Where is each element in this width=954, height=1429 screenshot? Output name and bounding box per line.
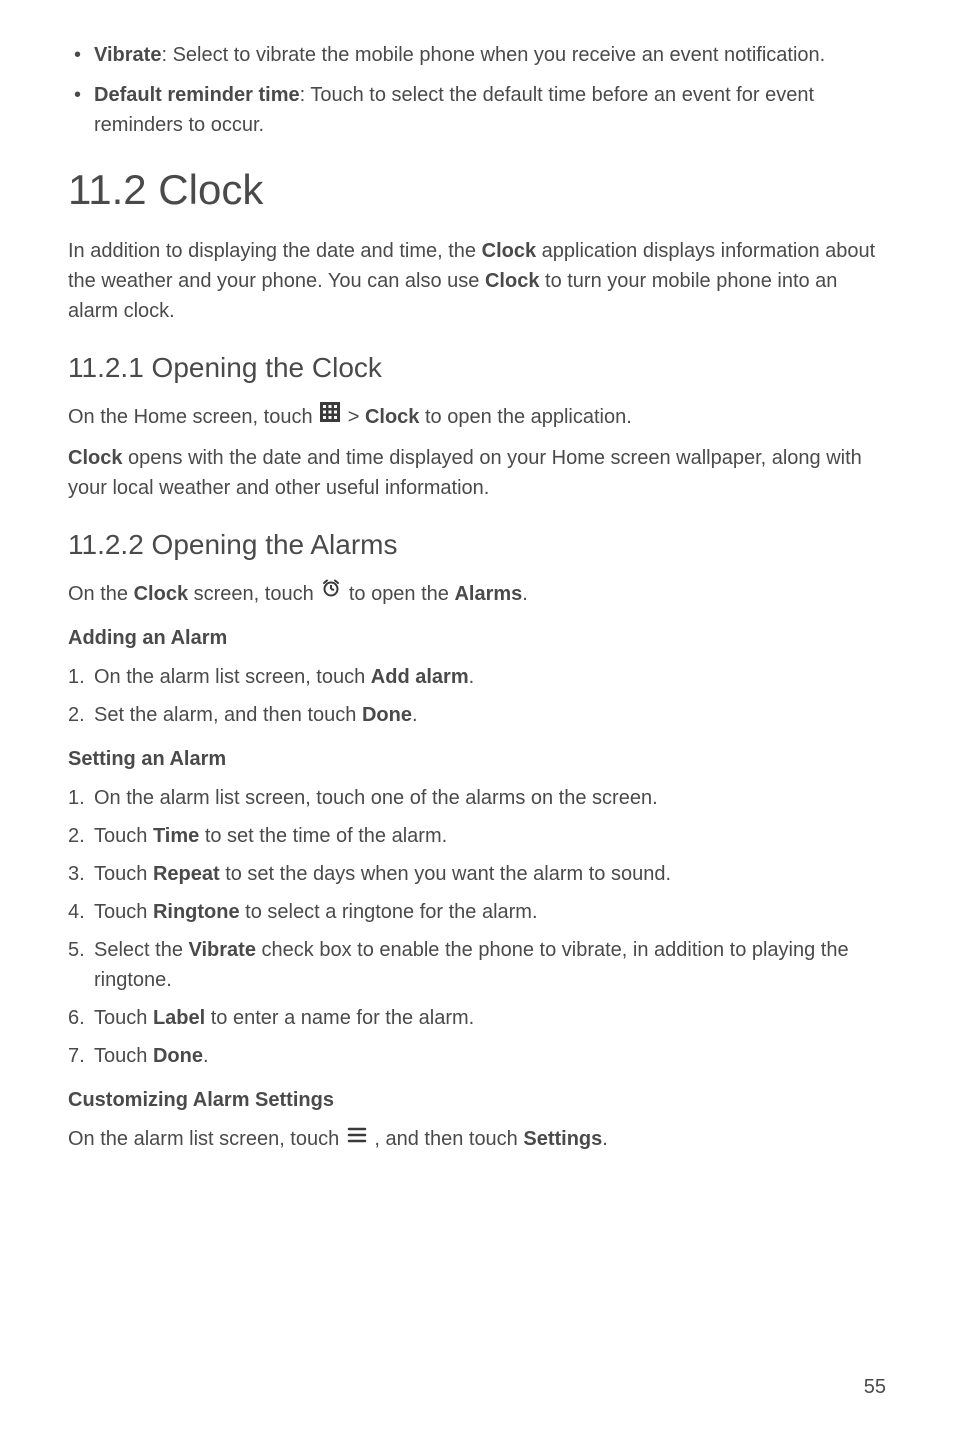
subsection-heading: 11.2.2 Opening the Alarms bbox=[68, 529, 886, 561]
bold-span: Label bbox=[153, 1007, 205, 1029]
sub-sub-heading: Setting an Alarm bbox=[68, 748, 886, 771]
alarm-clock-icon bbox=[321, 577, 341, 607]
text-span: . bbox=[203, 1045, 209, 1067]
text-span: . bbox=[469, 666, 475, 688]
paragraph: On the alarm list screen, touch , and th… bbox=[68, 1124, 886, 1155]
text-span: to set the days when you want the alarm … bbox=[220, 863, 671, 885]
text-span: , and then touch bbox=[374, 1128, 523, 1150]
intro-paragraph: In addition to displaying the date and t… bbox=[68, 236, 886, 326]
bullet-item: Default reminder time: Touch to select t… bbox=[68, 80, 886, 140]
bold-span: Ringtone bbox=[153, 901, 240, 923]
numbered-list: 1. On the alarm list screen, touch one o… bbox=[68, 783, 886, 1071]
paragraph: On the Clock screen, touch to open the A… bbox=[68, 579, 886, 610]
bold-span: Clock bbox=[365, 406, 419, 428]
text-span: Touch bbox=[94, 863, 153, 885]
list-item: 2. Set the alarm, and then touch Done. bbox=[68, 700, 886, 730]
text-span: Select the bbox=[94, 939, 189, 961]
num-marker: 4. bbox=[68, 897, 85, 927]
list-item: 7. Touch Done. bbox=[68, 1041, 886, 1071]
text-span: Touch bbox=[94, 901, 153, 923]
bold-span: Clock bbox=[485, 270, 539, 292]
bold-span: Settings bbox=[523, 1128, 602, 1150]
num-marker: 2. bbox=[68, 700, 85, 730]
text-span: to enter a name for the alarm. bbox=[205, 1007, 474, 1029]
text-span: In addition to displaying the date and t… bbox=[68, 240, 482, 262]
document-page: Vibrate: Select to vibrate the mobile ph… bbox=[0, 0, 954, 1429]
num-marker: 3. bbox=[68, 859, 85, 889]
paragraph: Clock opens with the date and time displ… bbox=[68, 443, 886, 503]
sub-sub-heading: Adding an Alarm bbox=[68, 627, 886, 650]
text-span: . bbox=[412, 704, 418, 726]
paragraph: On the Home screen, touch > Clock to ope… bbox=[68, 402, 886, 433]
text-span: > bbox=[348, 406, 365, 428]
bold-span: Clock bbox=[482, 240, 536, 262]
text-span: to open the application. bbox=[419, 406, 631, 428]
num-marker: 2. bbox=[68, 821, 85, 851]
text-span: On the alarm list screen, touch one of t… bbox=[94, 787, 658, 809]
num-marker: 5. bbox=[68, 935, 85, 965]
bullet-item: Vibrate: Select to vibrate the mobile ph… bbox=[68, 40, 886, 70]
text-span: to select a ringtone for the alarm. bbox=[240, 901, 538, 923]
text-span: to open the bbox=[349, 583, 455, 605]
num-marker: 1. bbox=[68, 662, 85, 692]
bold-span: Repeat bbox=[153, 863, 220, 885]
text-span: Touch bbox=[94, 825, 153, 847]
list-item: 1. On the alarm list screen, touch one o… bbox=[68, 783, 886, 813]
text-span: On the bbox=[68, 583, 134, 605]
intro-bullet-list: Vibrate: Select to vibrate the mobile ph… bbox=[68, 40, 886, 140]
sub-sub-heading: Customizing Alarm Settings bbox=[68, 1089, 886, 1112]
bold-span: Clock bbox=[134, 583, 188, 605]
text-span: Set the alarm, and then touch bbox=[94, 704, 362, 726]
bold-span: Alarms bbox=[454, 583, 522, 605]
bold-span: Vibrate bbox=[189, 939, 256, 961]
bold-span: Done bbox=[153, 1045, 203, 1067]
text-span: Touch bbox=[94, 1007, 153, 1029]
text-span: opens with the date and time displayed o… bbox=[68, 447, 862, 499]
num-marker: 6. bbox=[68, 1003, 85, 1033]
text-span: screen, touch bbox=[188, 583, 319, 605]
list-item: 1. On the alarm list screen, touch Add a… bbox=[68, 662, 886, 692]
text-span: On the Home screen, touch bbox=[68, 406, 318, 428]
text-span: to set the time of the alarm. bbox=[199, 825, 447, 847]
text-span: On the alarm list screen, touch bbox=[68, 1128, 345, 1150]
num-marker: 1. bbox=[68, 783, 85, 813]
list-item: 6. Touch Label to enter a name for the a… bbox=[68, 1003, 886, 1033]
text-span: On the alarm list screen, touch bbox=[94, 666, 371, 688]
bold-span: Done bbox=[362, 704, 412, 726]
numbered-list: 1. On the alarm list screen, touch Add a… bbox=[68, 662, 886, 730]
bullet-bold: Default reminder time bbox=[94, 84, 300, 106]
list-item: 4. Touch Ringtone to select a ringtone f… bbox=[68, 897, 886, 927]
page-number: 55 bbox=[864, 1376, 886, 1399]
bullet-text: : Select to vibrate the mobile phone whe… bbox=[161, 44, 825, 66]
section-heading-1: 11.2 Clock bbox=[68, 166, 886, 214]
list-item: 5. Select the Vibrate check box to enabl… bbox=[68, 935, 886, 995]
text-span: . bbox=[522, 583, 528, 605]
text-span: . bbox=[602, 1128, 608, 1150]
menu-icon bbox=[347, 1123, 367, 1153]
bullet-bold: Vibrate bbox=[94, 44, 161, 66]
num-marker: 7. bbox=[68, 1041, 85, 1071]
bold-span: Time bbox=[153, 825, 199, 847]
subsection-heading: 11.2.1 Opening the Clock bbox=[68, 352, 886, 384]
bold-span: Add alarm bbox=[371, 666, 469, 688]
app-grid-icon bbox=[320, 401, 340, 431]
bold-span: Clock bbox=[68, 447, 122, 469]
text-span: Touch bbox=[94, 1045, 153, 1067]
list-item: 3. Touch Repeat to set the days when you… bbox=[68, 859, 886, 889]
list-item: 2. Touch Time to set the time of the ala… bbox=[68, 821, 886, 851]
